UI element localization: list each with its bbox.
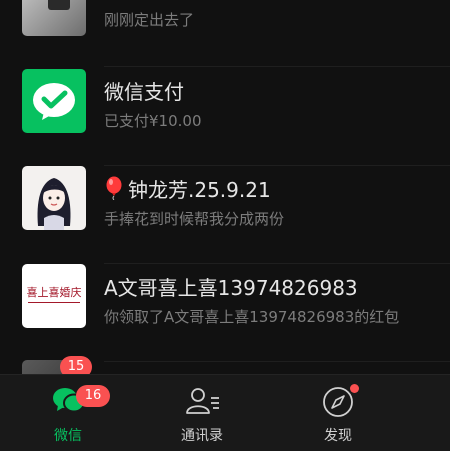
unread-badge: 15 (60, 356, 92, 374)
chat-name: 微信支付 (104, 80, 184, 104)
tab-discover[interactable]: 发现 (290, 375, 386, 451)
wechat-pay-icon (22, 69, 86, 133)
compass-icon (322, 386, 354, 418)
chat-name-row: 钟龙芳.25.9.21 (104, 174, 271, 203)
divider (104, 66, 450, 67)
chat-list: 刚刚定出去了 微信支付 已支付¥10.00 钟龙芳.25.9.21 手捧花到时候… (0, 0, 450, 374)
tab-chats[interactable]: 16 微信 (20, 375, 116, 451)
wedding-logo-avatar: 喜上喜婚庆 (22, 264, 86, 328)
tab-label: 发现 (324, 428, 352, 444)
chat-row[interactable]: 喜上喜婚庆 A文哥喜上喜13974826983 你领取了A文哥喜上喜139748… (0, 264, 450, 362)
tab-label: 通讯录 (181, 428, 223, 444)
chat-preview: 你领取了A文哥喜上喜13974826983的红包 (104, 308, 400, 326)
avatar (22, 166, 86, 230)
tab-label: 微信 (54, 428, 82, 444)
notification-dot (350, 384, 359, 393)
chat-row[interactable]: 刚刚定出去了 (0, 0, 450, 67)
chat-preview: 刚刚定出去了 (104, 11, 195, 29)
chat-row[interactable]: 钟龙芳.25.9.21 手捧花到时候帮我分成两份 (0, 166, 450, 264)
balloon-icon (104, 176, 124, 201)
chat-name: A文哥喜上喜13974826983 (104, 276, 358, 300)
chat-preview: 手捧花到时候帮我分成两份 (104, 210, 285, 228)
chat-row-wechat-pay[interactable]: 微信支付 已支付¥10.00 (0, 68, 450, 166)
unread-badge: 16 (76, 385, 110, 407)
chat-preview: 已支付¥10.00 (104, 112, 202, 130)
contacts-icon (185, 387, 221, 415)
tab-contacts[interactable]: 通讯录 (154, 375, 250, 451)
chat-name: 钟龙芳.25.9.21 (128, 178, 271, 202)
avatar (22, 0, 86, 36)
chat-row[interactable]: 15 (0, 356, 450, 374)
avatar-logo-text: 喜上喜婚庆 (26, 286, 82, 299)
bottom-tab-bar: 16 微信 通讯录 发现 (0, 374, 450, 451)
